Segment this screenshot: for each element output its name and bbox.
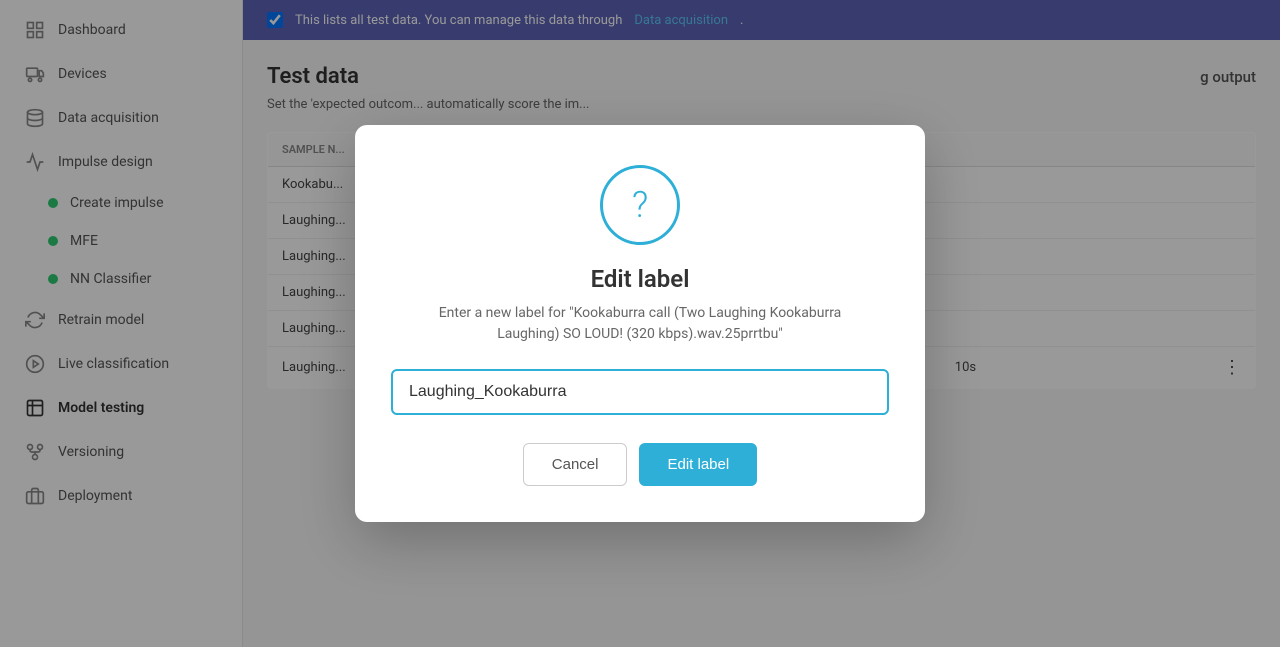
main-content: This lists all test data. You can manage… (243, 0, 1280, 647)
modal-title: Edit label (591, 265, 690, 293)
modal-description: Enter a new label for "Kookaburra call (… (410, 303, 870, 345)
label-input[interactable] (391, 369, 889, 415)
edit-label-modal: ? Edit label Enter a new label for "Kook… (355, 125, 925, 522)
modal-actions: Cancel Edit label (523, 443, 757, 486)
edit-label-button[interactable]: Edit label (639, 443, 757, 486)
modal-question-icon: ? (600, 165, 680, 245)
modal-overlay[interactable]: ? Edit label Enter a new label for "Kook… (243, 0, 1280, 647)
cancel-button[interactable]: Cancel (523, 443, 628, 486)
